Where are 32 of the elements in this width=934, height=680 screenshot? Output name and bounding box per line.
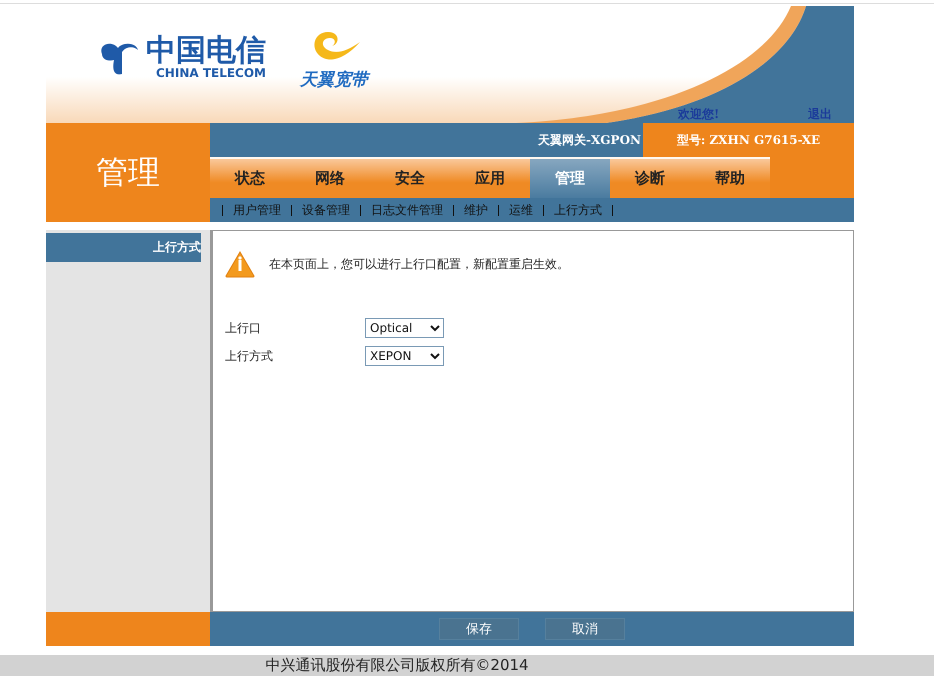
logo-text: 中国电信 [146,36,266,66]
logo-subtitle: CHINA TELECOM [156,66,266,80]
subnav-link[interactable]: 维护 [464,202,488,218]
subnav-link[interactable]: 运维 [509,202,533,218]
warning-icon [225,251,255,278]
chevron-down-icon [430,324,440,332]
brand-text: 天翼宽带 [300,68,368,91]
action-button[interactable]: 保存 [439,618,519,640]
section-title: 管理 [46,123,210,222]
nav-tab[interactable]: 安全 [370,157,450,198]
copyright-text: 中兴通讯股份有限公司版权所有©2014 [265,656,529,675]
nav-tab[interactable]: 管理 [530,157,610,198]
subnav-link[interactable]: 设备管理 [302,202,350,218]
field-label: 上行方式 [225,348,273,364]
nav-tab[interactable]: 网络 [290,157,370,198]
nav-tab[interactable]: 应用 [450,157,530,198]
subnav-link[interactable]: 日志文件管理 [371,202,443,218]
action-button[interactable]: 取消 [545,618,625,640]
notice-text: 在本页面上，您可以进行上行口配置，新配置重启生效。 [269,256,569,273]
field-label: 上行口 [225,320,261,336]
chevron-down-icon [430,352,440,360]
sidebar-item[interactable]: 上行方式 [46,233,201,262]
welcome-text: 欢迎您! [678,106,720,123]
nav-tab[interactable]: 帮助 [690,157,770,198]
nav-tab[interactable]: 状态 [210,157,290,198]
nav-tab[interactable]: 诊断 [610,157,690,198]
subnav-link[interactable]: 上行方式 [554,202,602,218]
dropdown[interactable]: XEPON [365,346,444,366]
dropdown[interactable]: Optical [365,318,444,338]
gateway-name: 天翼网关-XGPON [538,132,641,148]
model-label: 型号: ZXHN G7615-XE [643,123,854,157]
subnav-link[interactable]: 用户管理 [233,202,281,218]
